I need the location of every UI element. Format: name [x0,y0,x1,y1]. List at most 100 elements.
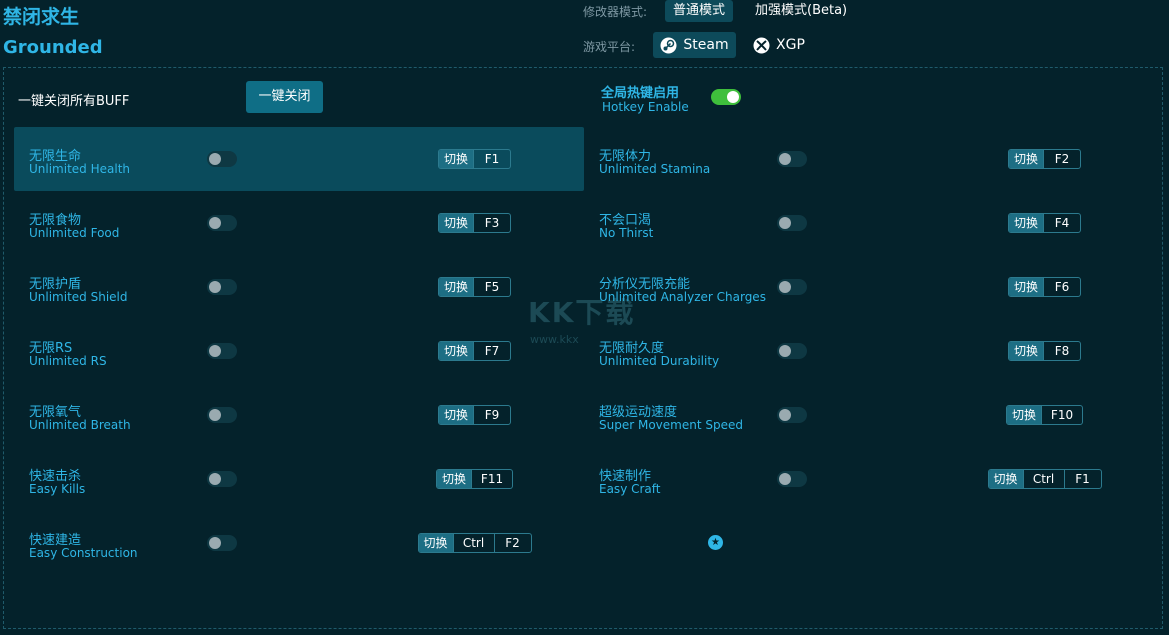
switch-key-label: 切换 [439,150,474,168]
steam-icon [660,37,677,54]
toggle-knob [779,473,791,485]
toggle-knob [779,409,791,421]
app-title-cn: 禁闭求生 [3,6,80,28]
option-label-en: Easy Kills [29,482,86,496]
hotkey-key: F2 [493,534,531,552]
switch-key-label: 切换 [1009,278,1044,296]
option-toggle[interactable] [207,535,237,551]
toggle-knob [209,345,221,357]
mode-label: 修改器模式: [583,5,648,19]
toggle-knob [779,281,791,293]
hotkey-label-en: Hotkey Enable [602,100,689,114]
option-toggle[interactable] [207,343,237,359]
hotkey-group[interactable]: 切换 F6 [1008,277,1082,297]
hotkey-group[interactable]: 切换 F8 [1008,341,1082,361]
option-label-en: Unlimited Food [29,226,120,240]
hotkey-key: F4 [1043,214,1080,232]
hotkey-toggle[interactable] [711,89,741,105]
toggle-knob [779,153,791,165]
option-label-en: Unlimited Shield [29,290,128,304]
option-label-en: Easy Construction [29,546,138,560]
switch-key-label: 切换 [439,278,474,296]
hotkey-key: F3 [473,214,510,232]
option-toggle[interactable] [777,151,807,167]
hotkey-key: F7 [473,342,510,360]
hotkey-key: F1 [1063,470,1101,488]
hotkey-group[interactable]: 切换 F11 [436,469,514,489]
option-toggle[interactable] [207,151,237,167]
hotkey-group[interactable]: 切换 F5 [438,277,512,297]
hotkey-group[interactable]: 切换 F4 [1008,213,1082,233]
platform-xgp-label: XGP [776,37,805,53]
switch-key-label: 切换 [1009,150,1044,168]
hotkey-label-cn: 全局热键启用 [601,86,680,101]
switch-key-label: 切换 [439,406,474,424]
app-title-en: Grounded [3,37,103,58]
toggle-knob [779,217,791,229]
option-label-en: Unlimited Stamina [599,162,711,176]
hotkey-key: F9 [473,406,510,424]
switch-key-label: 切换 [437,470,472,488]
hotkey-key: F10 [1041,406,1082,424]
hotkey-key: F11 [471,470,512,488]
toggle-knob [209,217,221,229]
star-icon: ★ [708,535,723,550]
option-label-en: Super Movement Speed [599,418,743,432]
xbox-icon [753,37,770,54]
switch-key-label: 切换 [1009,342,1044,360]
hotkey-key: Ctrl [1022,470,1064,488]
option-toggle[interactable] [207,407,237,423]
option-toggle[interactable] [777,343,807,359]
option-label-en: Unlimited RS [29,354,107,368]
toggle-knob [209,281,221,293]
hotkey-key: F6 [1043,278,1080,296]
toggle-knob [209,153,221,165]
hotkey-group[interactable]: 切换 F7 [438,341,512,361]
hotkey-key: F5 [473,278,510,296]
option-label-en: Unlimited Breath [29,418,131,432]
hotkey-group[interactable]: 切换 F9 [438,405,512,425]
switch-key-label: 切换 [439,214,474,232]
toggle-knob [209,473,221,485]
switch-key-label: 切换 [1007,406,1042,424]
close-all-button[interactable]: 一键关闭 [246,81,323,113]
watermark-url: www.kkx [530,333,579,346]
hotkey-key: F8 [1043,342,1080,360]
close-all-label: 一键关闭所有BUFF [18,94,130,109]
toggle-knob [209,537,221,549]
option-toggle[interactable] [207,471,237,487]
platform-label: 游戏平台: [583,40,636,54]
hotkey-key: Ctrl [452,534,494,552]
toggle-knob [209,409,221,421]
platform-steam-button[interactable]: Steam [653,32,736,58]
platform-steam-label: Steam [683,37,729,53]
option-label-en: Easy Craft [599,482,661,496]
hotkey-key: F2 [1043,150,1080,168]
option-label-en: Unlimited Durability [599,354,720,368]
hotkey-group[interactable]: 切换 F10 [1006,405,1084,425]
toggle-knob [727,91,739,103]
switch-key-label: 切换 [418,534,453,552]
switch-key-label: 切换 [988,470,1023,488]
hotkey-group[interactable]: 切换 F2 [1008,149,1082,169]
hotkey-group[interactable]: 切换 F1 [438,149,512,169]
option-toggle[interactable] [207,215,237,231]
option-toggle[interactable] [777,279,807,295]
option-toggle[interactable] [207,279,237,295]
mode-beta-button[interactable]: 加强模式(Beta) [747,0,855,22]
hotkey-group[interactable]: 切换 Ctrl F2 [417,533,532,553]
switch-key-label: 切换 [439,342,474,360]
option-label-en: Unlimited Analyzer Charges [599,290,766,304]
hotkey-group[interactable]: 切换 Ctrl F1 [987,469,1102,489]
hotkey-key: F1 [473,150,510,168]
platform-xgp-button[interactable]: XGP [753,32,805,58]
option-label-en: Unlimited Health [29,162,131,176]
option-toggle[interactable] [777,471,807,487]
switch-key-label: 切换 [1009,214,1044,232]
hotkey-group[interactable]: 切换 F3 [438,213,512,233]
option-label-en: No Thirst [599,226,654,240]
option-toggle[interactable] [777,215,807,231]
mode-normal-button[interactable]: 普通模式 [665,0,734,22]
option-toggle[interactable] [777,407,807,423]
toggle-knob [779,345,791,357]
